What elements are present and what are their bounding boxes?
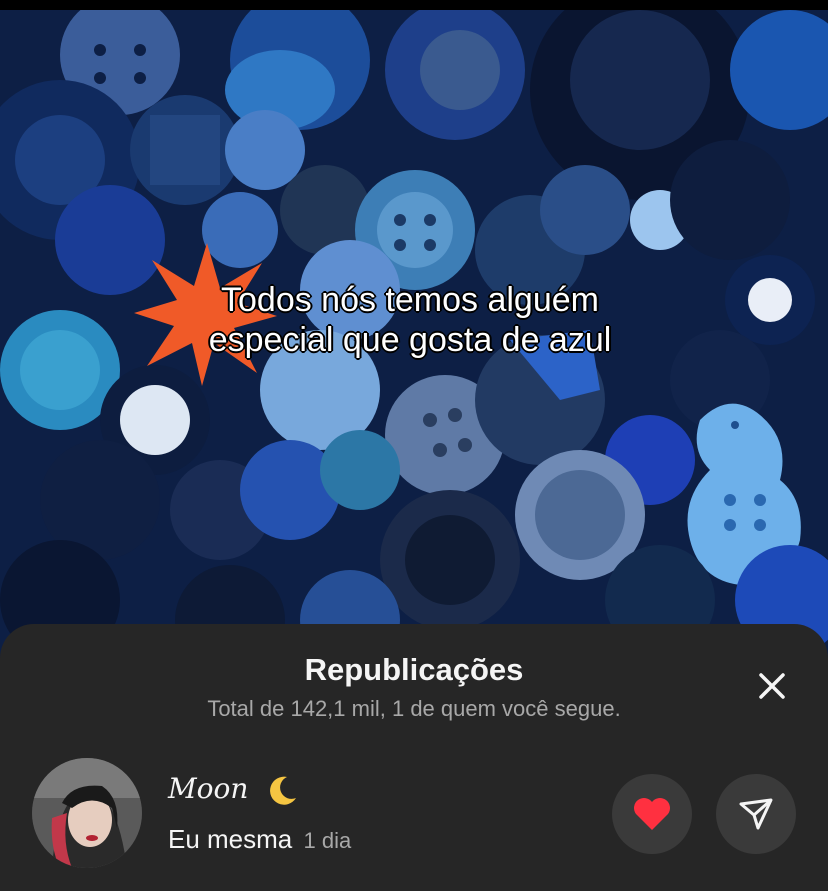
caption-line-2: especial que gosta de azul [208,321,612,359]
username-text: Moon [168,772,249,805]
close-button[interactable] [750,664,794,708]
post-caption: Todos nós temos alguém especial que gost… [150,280,670,360]
moon-icon [270,776,297,805]
reposts-sheet: Republicações Total de 142,1 mil, 1 de q… [0,624,828,891]
close-icon [759,673,785,699]
repost-note: Eu mesma 1 dia [168,824,351,855]
reposts-count: Total de 142,1 mil, 1 de quem você segue… [207,696,621,721]
username[interactable]: Moon [168,772,299,808]
avatar[interactable] [32,758,142,868]
send-button[interactable] [716,774,796,854]
heart-icon [634,798,670,830]
like-button[interactable] [612,774,692,854]
sheet-title: Republicações [304,652,524,687]
paper-plane-icon [739,798,773,830]
note-text: Eu mesma [168,824,293,854]
status-strip [0,0,828,10]
caption-line-1: Todos nós temos alguém [221,281,599,319]
timestamp: 1 dia [303,828,352,853]
repost-list-item[interactable]: Moon Eu mesma 1 dia [0,754,828,874]
